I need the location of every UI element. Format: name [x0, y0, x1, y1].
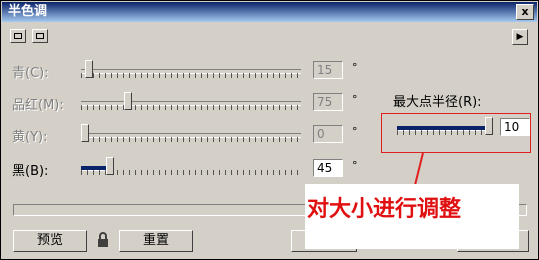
black-slider-thumb[interactable] [106, 157, 114, 175]
single-view-button[interactable] [32, 29, 48, 43]
yellow-slider-thumb[interactable] [81, 124, 89, 142]
black-label: 黑(B): [12, 164, 49, 179]
yellow-degree-unit: ° [352, 125, 358, 138]
yellow-label: 黄(Y): [12, 130, 48, 145]
halftone-dialog: 半色调 x ▶ 青(C): 15 ° 品红(M): 75 ° 黄(Y): 0 °… [0, 0, 539, 260]
single-view-icon [36, 33, 44, 39]
magenta-slider[interactable] [81, 92, 301, 110]
cyan-slider-thumb[interactable] [85, 60, 93, 78]
black-slider[interactable] [81, 157, 301, 175]
black-value-field[interactable]: 45 [313, 159, 343, 177]
magenta-slider-thumb[interactable] [124, 92, 132, 110]
title-bar: 半色调 [2, 2, 537, 22]
reset-button[interactable]: 重置 [119, 230, 193, 252]
cyan-slider[interactable] [81, 60, 301, 78]
yellow-slider[interactable] [81, 124, 301, 142]
yellow-value-field: 0 [313, 125, 343, 143]
window-title: 半色调 [8, 4, 48, 19]
black-degree-unit: ° [352, 159, 358, 172]
lock-icon[interactable] [95, 232, 111, 248]
expand-arrow-button[interactable]: ▶ [512, 29, 528, 45]
magenta-degree-unit: ° [352, 93, 358, 106]
magenta-label: 品红(M): [12, 98, 64, 113]
annotation-text: 对大小进行调整 [307, 196, 462, 222]
cyan-degree-unit: ° [352, 61, 358, 74]
preview-button[interactable]: 预览 [13, 230, 87, 252]
close-button[interactable]: x [516, 4, 534, 20]
max-radius-label: 最大点半径(R): [393, 95, 482, 110]
split-view-icon [14, 33, 22, 39]
magenta-value-field: 75 [313, 93, 343, 111]
split-view-button[interactable] [10, 29, 26, 43]
cyan-value-field: 15 [313, 61, 343, 79]
cyan-label: 青(C): [12, 66, 49, 81]
highlight-box [381, 113, 531, 153]
